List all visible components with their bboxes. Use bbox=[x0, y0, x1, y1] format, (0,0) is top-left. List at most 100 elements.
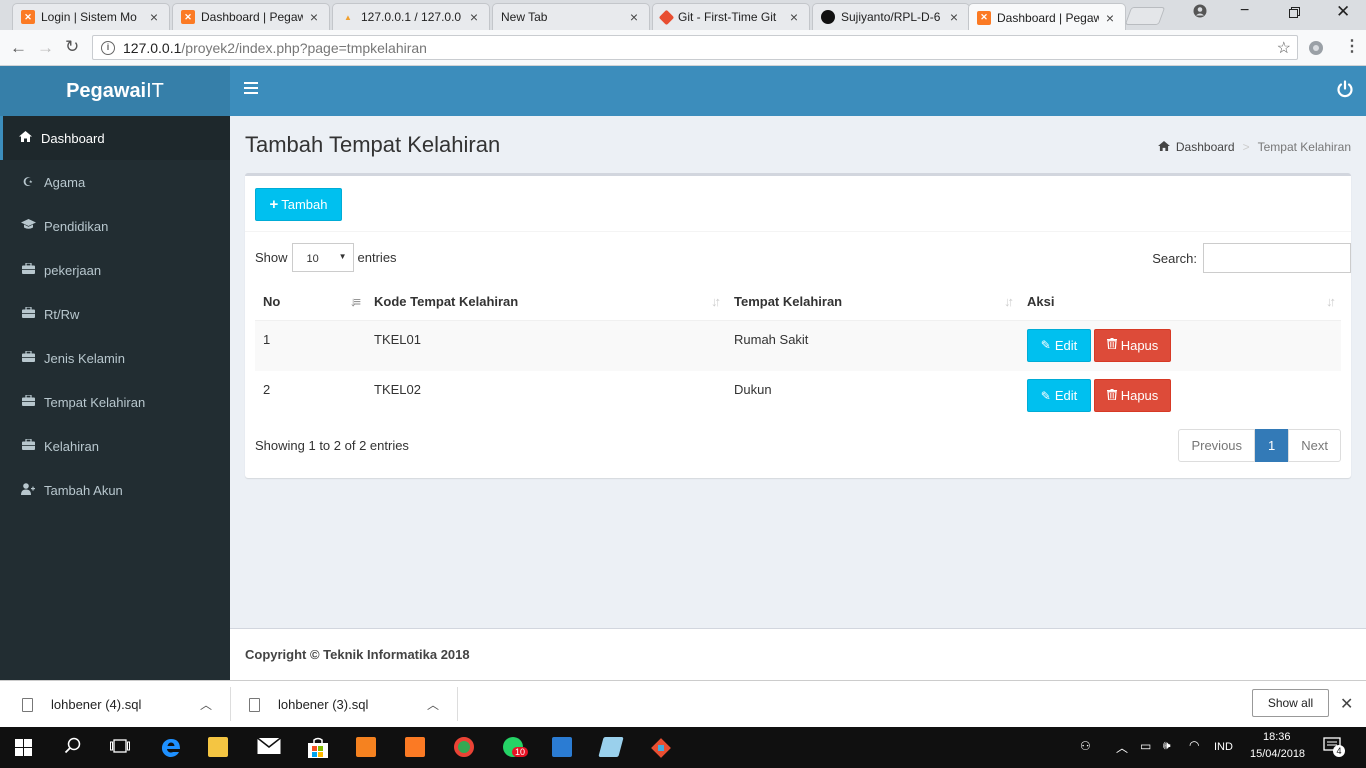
column-header-aksi[interactable]: Aksi ↓↑ bbox=[1019, 284, 1341, 321]
clock-date[interactable]: 15/04/2018 bbox=[1250, 748, 1305, 760]
hamburger-menu-icon[interactable] bbox=[244, 82, 258, 97]
windows-start-icon[interactable] bbox=[15, 739, 35, 759]
extension-icon[interactable] bbox=[1307, 39, 1325, 57]
table-header-row: No ↓≡ Kode Tempat Kelahiran ↓↑ Tempat Ke… bbox=[255, 284, 1341, 321]
info-icon[interactable]: i bbox=[101, 40, 115, 55]
pagination-next[interactable]: Next bbox=[1288, 429, 1341, 462]
app-logo[interactable]: Pegawai IT bbox=[0, 66, 230, 116]
action-center-icon[interactable]: 4 bbox=[1323, 737, 1345, 758]
pagination-page-1[interactable]: 1 bbox=[1255, 429, 1289, 462]
moon-star-icon: ☪ bbox=[22, 175, 34, 189]
cell-no: 2 bbox=[263, 382, 271, 397]
download-item[interactable]: lohbener (4).sql ︿ bbox=[22, 681, 222, 728]
browser-tab[interactable]: ✕ Dashboard | Pegaw × bbox=[172, 3, 330, 30]
breadcrumb-link-dashboard[interactable]: Dashboard bbox=[1176, 140, 1235, 154]
edit-button[interactable]: ✎ Edit bbox=[1027, 328, 1091, 362]
delete-button[interactable]: Hapus bbox=[1094, 379, 1171, 412]
column-header-no[interactable]: No ↓≡ bbox=[255, 284, 366, 321]
battery-icon[interactable]: ▭ bbox=[1140, 739, 1151, 753]
entries-select[interactable]: 10 ▼ bbox=[291, 243, 354, 272]
mail-icon[interactable] bbox=[257, 737, 281, 757]
close-icon[interactable]: × bbox=[787, 9, 801, 25]
sidebar-item-agama[interactable]: ☪ Agama bbox=[0, 160, 230, 204]
sort-icon: ↓↑ bbox=[1326, 294, 1336, 309]
entries-select-value: 10 bbox=[306, 253, 319, 265]
close-icon[interactable]: × bbox=[147, 9, 161, 25]
file-explorer-icon[interactable] bbox=[208, 737, 228, 757]
sidebar-item-pekerjaan[interactable]: pekerjaan bbox=[0, 248, 230, 292]
volume-icon[interactable]: 🕪 bbox=[1163, 738, 1171, 753]
sidebar-item-jenis-kelamin[interactable]: Jenis Kelamin bbox=[0, 336, 230, 380]
browser-tab[interactable]: ▲ 127.0.0.1 / 127.0.0 × bbox=[332, 3, 490, 30]
power-icon[interactable] bbox=[1336, 80, 1354, 98]
notes-icon[interactable] bbox=[598, 737, 624, 757]
notification-count: 4 bbox=[1333, 745, 1345, 757]
bookmark-star-icon[interactable]: ☆ bbox=[1277, 38, 1291, 58]
chrome-icon[interactable] bbox=[454, 737, 474, 757]
new-tab-button[interactable] bbox=[1124, 7, 1166, 25]
wifi-icon[interactable]: ◠ bbox=[1189, 738, 1199, 752]
sidebar-item-pendidikan[interactable]: Pendidikan bbox=[0, 204, 230, 248]
git-extension-icon[interactable] bbox=[650, 737, 671, 758]
pagination-previous[interactable]: Previous bbox=[1178, 429, 1256, 462]
browser-tab-active[interactable]: ✕ Dashboard | Pegaw × bbox=[968, 3, 1126, 31]
column-header-tempat[interactable]: Tempat Kelahiran ↓↑ bbox=[726, 284, 1019, 321]
close-icon[interactable]: × bbox=[1103, 10, 1117, 26]
footer: Copyright © Teknik Informatika 2018 bbox=[230, 628, 1366, 680]
user-profile-icon[interactable] bbox=[1193, 4, 1207, 21]
sidebar-item-kelahiran[interactable]: Kelahiran bbox=[0, 424, 230, 468]
column-header-label: Kode Tempat Kelahiran bbox=[374, 294, 519, 310]
sidebar-item-rtrw[interactable]: Rt/Rw bbox=[0, 292, 230, 336]
main-content: Tambah Tempat Kelahiran Dashboard > Temp… bbox=[230, 116, 1366, 628]
phpmyadmin-icon: ▲ bbox=[344, 12, 352, 22]
delete-button[interactable]: Hapus bbox=[1094, 328, 1171, 362]
whatsapp-icon[interactable]: 10 bbox=[503, 737, 529, 757]
cell-tempat: Dukun bbox=[734, 382, 772, 397]
browser-tab[interactable]: New Tab × bbox=[492, 3, 650, 30]
people-icon[interactable]: ⚇ bbox=[1080, 739, 1091, 753]
add-button[interactable]: + Tambah bbox=[255, 188, 342, 221]
maximize-icon[interactable] bbox=[1289, 5, 1300, 21]
store-icon[interactable] bbox=[307, 737, 328, 758]
address-bar[interactable]: i 127.0.0.1/proyek2/index.php?page=tmpke… bbox=[92, 35, 1298, 60]
browser-tab[interactable]: ✕ Login | Sistem Mo × bbox=[12, 3, 170, 30]
close-icon[interactable]: × bbox=[467, 9, 481, 25]
minimize-icon[interactable]: − bbox=[1240, 2, 1249, 20]
edit-button[interactable]: ✎ Edit bbox=[1027, 379, 1091, 412]
top-navbar bbox=[230, 66, 1366, 116]
browser-tab[interactable]: Git - First-Time Git × bbox=[652, 3, 810, 30]
data-table: No ↓≡ Kode Tempat Kelahiran ↓↑ Tempat Ke… bbox=[255, 284, 1341, 422]
column-header-kode[interactable]: Kode Tempat Kelahiran ↓↑ bbox=[366, 284, 726, 321]
reload-icon[interactable]: ↻ bbox=[65, 37, 79, 57]
search-input[interactable] bbox=[1203, 243, 1351, 273]
chevron-up-icon[interactable]: ︿ bbox=[1116, 739, 1128, 756]
xampp-icon: ✕ bbox=[181, 10, 195, 24]
clock-time[interactable]: 18:36 bbox=[1263, 731, 1291, 743]
sublime-text-icon[interactable] bbox=[356, 737, 376, 757]
browser-tab[interactable]: Sujiyanto/RPL-D-6 × bbox=[812, 3, 970, 30]
page-title: Tambah Tempat Kelahiran bbox=[245, 132, 501, 157]
sidebar-item-tambah-akun[interactable]: Tambah Akun bbox=[0, 468, 230, 512]
chevron-up-icon[interactable]: ︿ bbox=[200, 696, 212, 713]
task-view-icon[interactable] bbox=[110, 737, 130, 757]
chevron-up-icon[interactable]: ︿ bbox=[427, 696, 439, 713]
close-icon[interactable]: ✕ bbox=[1340, 694, 1353, 714]
show-all-button[interactable]: Show all bbox=[1252, 689, 1329, 717]
sidebar-item-tempat-kelahiran[interactable]: Tempat Kelahiran bbox=[0, 380, 230, 424]
browser-toolbar: ← → ↻ i 127.0.0.1/proyek2/index.php?page… bbox=[0, 30, 1366, 66]
column-header-label: Aksi bbox=[1027, 294, 1055, 310]
forward-arrow-icon[interactable]: → bbox=[37, 38, 54, 58]
sidebar-item-dashboard[interactable]: Dashboard bbox=[0, 116, 230, 160]
close-icon[interactable]: × bbox=[947, 9, 961, 25]
window-close-icon[interactable]: ✕ bbox=[1336, 2, 1350, 22]
menu-dots-icon[interactable]: ⋮ bbox=[1344, 36, 1360, 56]
language-indicator[interactable]: IND bbox=[1214, 741, 1233, 753]
edge-icon[interactable] bbox=[160, 737, 180, 757]
xampp-icon[interactable] bbox=[405, 737, 425, 757]
download-item[interactable]: lohbener (3).sql ︿ bbox=[249, 681, 449, 728]
close-icon[interactable]: × bbox=[627, 9, 641, 25]
outlook-icon[interactable] bbox=[552, 737, 572, 757]
close-icon[interactable]: × bbox=[307, 9, 321, 25]
search-icon[interactable] bbox=[64, 737, 84, 757]
back-arrow-icon[interactable]: ← bbox=[10, 38, 27, 58]
